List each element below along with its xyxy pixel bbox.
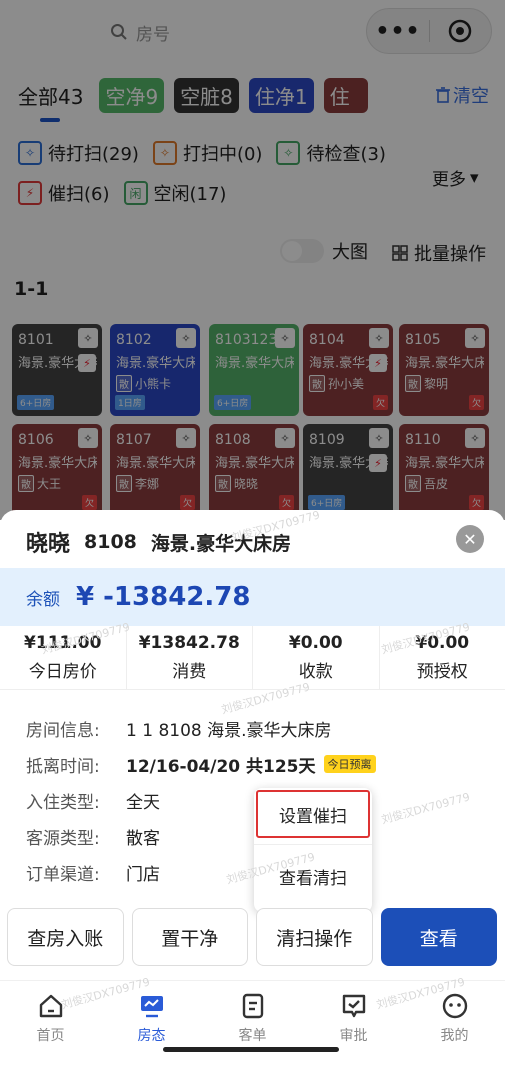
view-button[interactable]: 查看 (380, 908, 497, 966)
stat-label: 预授权 (416, 662, 468, 682)
close-icon: ✕ (463, 529, 477, 549)
user-icon (442, 993, 467, 1019)
stat-value: ¥0.00 (288, 633, 343, 653)
room-status-page: 房号 ••• 全部43 空净9 空脏8 住净1 住 清空 ✧ 待打扫(29) ✧ 打… (0, 0, 505, 1065)
guest-name: 晓晓 (26, 532, 71, 557)
info-key: 客源类型: (26, 828, 100, 849)
document-icon (242, 993, 263, 1019)
close-button[interactable]: ✕ (456, 525, 484, 553)
monitor-icon (140, 996, 163, 1018)
info-row-room: 房间信息: 1 1 8108 海景.豪华大床房 (26, 710, 496, 746)
home-indicator (163, 1047, 339, 1052)
room-number: 8108 (84, 531, 137, 553)
balance-bar: 余额 ¥ -13842.78 (0, 568, 505, 626)
info-row-dates: 抵离时间: 12/16-04/20 共125天 今日预离 (26, 746, 496, 782)
info-value: 散客 (126, 828, 160, 849)
tab-label: 客单 (238, 1028, 267, 1044)
tab-label: 我的 (440, 1028, 469, 1044)
info-value: 全天 (126, 792, 160, 813)
info-value: 门店 (126, 864, 160, 885)
tab-orders[interactable]: 客单 (202, 981, 303, 1065)
info-value: 12/16-04/20 共125天 (126, 756, 316, 777)
balance-amount: ¥ -13842.78 (76, 582, 251, 612)
check-room-billing-button[interactable]: 查房入账 (7, 908, 124, 966)
stat-value: ¥13842.78 (138, 633, 240, 653)
info-key: 抵离时间: (26, 756, 100, 777)
tab-label: 房态 (137, 1028, 166, 1044)
stat-label: 今日房价 (28, 662, 97, 682)
info-key: 入住类型: (26, 792, 100, 813)
set-clean-button[interactable]: 置干净 (131, 908, 248, 966)
action-buttons: 查房入账 置干净 清扫操作 查看 (7, 908, 497, 966)
stat-payment: ¥0.00 收款 (253, 626, 380, 689)
stat-label: 消费 (172, 662, 207, 682)
balance-label: 余额 (26, 589, 60, 610)
cleaning-operation-button[interactable]: 清扫操作 (256, 908, 373, 966)
approve-icon (342, 994, 365, 1018)
stat-consumption: ¥13842.78 消费 (127, 626, 253, 689)
tab-label: 审批 (339, 1028, 368, 1044)
info-key: 房间信息: (26, 720, 100, 741)
tab-label: 首页 (36, 1028, 65, 1044)
info-key: 订单渠道: (26, 864, 100, 885)
set-urge-clean-option[interactable]: 设置催扫 (256, 790, 370, 838)
room-detail-sheet: 晓晓 8108 海景.豪华大床房 ✕ 余额 ¥ -13842.78 ¥111.0… (0, 508, 505, 1065)
checkout-today-badge: 今日预离 (323, 755, 376, 773)
info-value: 1 1 8108 海景.豪华大床房 (126, 720, 332, 741)
modal-overlay[interactable] (0, 0, 505, 520)
